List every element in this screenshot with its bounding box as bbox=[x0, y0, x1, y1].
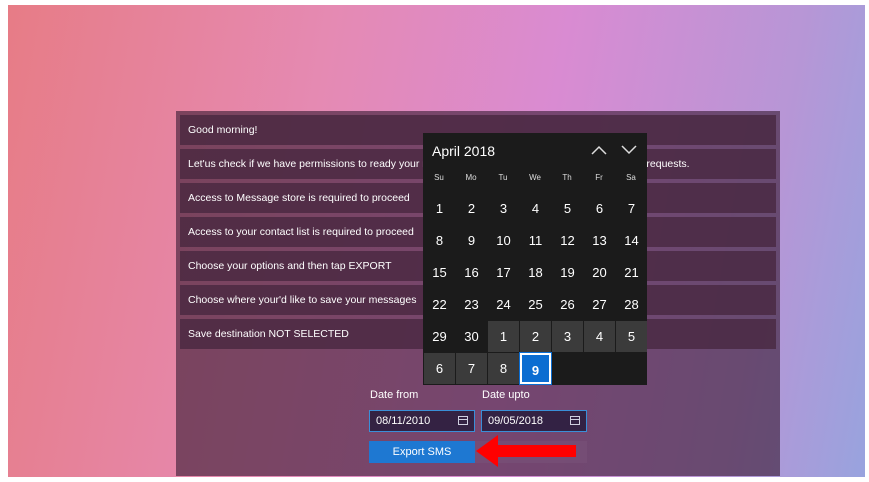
app-background: Good morning! Let'us check if we have pe… bbox=[8, 5, 865, 477]
weekday-header: Th bbox=[562, 173, 572, 182]
weekday-header: Tu bbox=[498, 173, 508, 182]
calendar-day[interactable]: 6 bbox=[584, 193, 615, 224]
chevron-down-icon[interactable] bbox=[621, 145, 637, 155]
calendar-day[interactable]: 22 bbox=[424, 289, 455, 320]
red-arrow-icon bbox=[476, 435, 576, 467]
calendar-icon bbox=[570, 416, 580, 425]
calendar-day-next-month[interactable]: 7 bbox=[456, 353, 487, 384]
calendar-day-next-month[interactable]: 2 bbox=[520, 321, 551, 352]
calendar-day-next-month[interactable]: 6 bbox=[424, 353, 455, 384]
date-from-picker[interactable]: 08/11/2010 bbox=[369, 410, 475, 432]
calendar-day[interactable]: 12 bbox=[552, 225, 583, 256]
calendar-day[interactable]: 4 bbox=[520, 193, 551, 224]
calendar-day[interactable]: 10 bbox=[488, 225, 519, 256]
calendar-day[interactable]: 25 bbox=[520, 289, 551, 320]
calendar-day-next-month[interactable]: 8 bbox=[488, 353, 519, 384]
calendar-day[interactable]: 13 bbox=[584, 225, 615, 256]
calendar-day[interactable]: 20 bbox=[584, 257, 615, 288]
calendar-day-next-month[interactable]: 3 bbox=[552, 321, 583, 352]
date-from-label: Date from bbox=[370, 389, 419, 401]
calendar-day[interactable]: 24 bbox=[488, 289, 519, 320]
calendar-day[interactable]: 5 bbox=[552, 193, 583, 224]
weekday-header: Sa bbox=[626, 173, 636, 182]
weekday-header: Fr bbox=[595, 173, 603, 182]
calendar-day[interactable]: 8 bbox=[424, 225, 455, 256]
calendar-day[interactable]: 14 bbox=[616, 225, 647, 256]
calendar-day[interactable]: 3 bbox=[488, 193, 519, 224]
calendar-day[interactable]: 29 bbox=[424, 321, 455, 352]
calendar-day[interactable]: 15 bbox=[424, 257, 455, 288]
calendar-day[interactable]: 19 bbox=[552, 257, 583, 288]
weekday-header: We bbox=[529, 173, 541, 182]
calendar-day[interactable]: 7 bbox=[616, 193, 647, 224]
chevron-up-icon[interactable] bbox=[591, 145, 607, 155]
calendar-day[interactable]: 28 bbox=[616, 289, 647, 320]
calendar-day[interactable]: 18 bbox=[520, 257, 551, 288]
calendar-day[interactable]: 17 bbox=[488, 257, 519, 288]
calendar-flyout: April 2018 Su Mo Tu We Th Fr Sa 1 2 3 4 … bbox=[423, 133, 647, 385]
date-upto-label: Date upto bbox=[482, 389, 530, 401]
calendar-day[interactable]: 2 bbox=[456, 193, 487, 224]
calendar-day-next-month[interactable]: 5 bbox=[616, 321, 647, 352]
calendar-day[interactable]: 1 bbox=[424, 193, 455, 224]
calendar-day-next-month[interactable]: 4 bbox=[584, 321, 615, 352]
calendar-day[interactable]: 21 bbox=[616, 257, 647, 288]
calendar-day[interactable]: 16 bbox=[456, 257, 487, 288]
weekday-header: Mo bbox=[465, 173, 477, 182]
date-upto-picker[interactable]: 09/05/2018 bbox=[481, 410, 587, 432]
date-from-value: 08/11/2010 bbox=[376, 415, 431, 427]
calendar-day[interactable]: 23 bbox=[456, 289, 487, 320]
calendar-day[interactable]: 26 bbox=[552, 289, 583, 320]
calendar-day-next-month[interactable]: 1 bbox=[488, 321, 519, 352]
weekday-header: Su bbox=[434, 173, 444, 182]
calendar-day[interactable]: 27 bbox=[584, 289, 615, 320]
calendar-day[interactable]: 9 bbox=[456, 225, 487, 256]
calendar-day[interactable]: 30 bbox=[456, 321, 487, 352]
calendar-day[interactable]: 11 bbox=[520, 225, 551, 256]
export-sms-button[interactable]: Export SMS bbox=[369, 441, 475, 463]
calendar-icon bbox=[458, 416, 468, 425]
date-upto-value: 09/05/2018 bbox=[488, 415, 544, 427]
calendar-month-title[interactable]: April 2018 bbox=[432, 143, 495, 159]
calendar-day-selected[interactable]: 9 bbox=[520, 353, 551, 384]
